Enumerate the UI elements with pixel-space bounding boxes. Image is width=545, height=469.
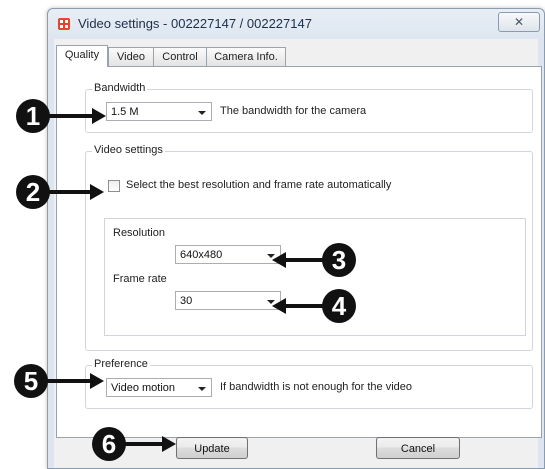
- bandwidth-value: 1.5 M: [111, 106, 139, 118]
- title-bar: Video settings - 002227147 / 002227147 ✕: [48, 9, 544, 39]
- resolution-framerate-box: Resolution 640x480 Frame rate 30: [104, 218, 526, 336]
- video-settings-group-label: Video settings: [92, 144, 165, 156]
- auto-select-checkbox[interactable]: [108, 180, 120, 192]
- cancel-button[interactable]: Cancel: [376, 437, 460, 459]
- callout-arrow-1-icon: [48, 108, 106, 124]
- update-button[interactable]: Update: [176, 437, 248, 459]
- tab-control[interactable]: Control: [153, 47, 207, 66]
- callout-arrow-2-icon: [48, 184, 104, 200]
- resolution-dropdown[interactable]: 640x480: [175, 245, 281, 264]
- callout-2: 2: [16, 175, 50, 209]
- close-button[interactable]: ✕: [498, 12, 540, 32]
- frame-rate-dropdown[interactable]: 30: [175, 291, 281, 310]
- callout-arrow-5-icon: [46, 373, 104, 389]
- callout-arrow-6-icon: [124, 436, 176, 452]
- chevron-down-icon: [198, 111, 206, 115]
- bandwidth-group: Bandwidth 1.5 M The bandwidth for the ca…: [85, 82, 533, 133]
- tab-quality[interactable]: Quality: [56, 45, 108, 67]
- bandwidth-dropdown[interactable]: 1.5 M: [106, 102, 212, 121]
- callout-1: 1: [16, 99, 50, 133]
- app-icon: [58, 18, 70, 30]
- callout-4: 4: [322, 289, 356, 323]
- resolution-value: 640x480: [180, 249, 223, 261]
- callout-arrow-4-icon: [272, 298, 326, 314]
- auto-select-label: Select the best resolution and frame rat…: [126, 179, 392, 191]
- callout-arrow-3-icon: [272, 252, 326, 268]
- preference-description: If bandwidth is not enough for the video: [220, 381, 413, 393]
- frame-rate-value: 30: [180, 295, 193, 307]
- preference-group: Preference Video motion If bandwidth is …: [85, 358, 533, 409]
- tab-video[interactable]: Video: [108, 47, 154, 66]
- chevron-down-icon: [198, 387, 206, 391]
- window-title: Video settings - 002227147 / 002227147: [78, 16, 312, 31]
- video-settings-dialog: Video settings - 002227147 / 002227147 ✕…: [47, 8, 545, 469]
- callout-5: 5: [14, 364, 48, 398]
- bandwidth-description: The bandwidth for the camera: [220, 105, 367, 117]
- frame-rate-label: Frame rate: [113, 273, 167, 285]
- preference-group-label: Preference: [92, 358, 150, 370]
- close-icon: ✕: [513, 15, 525, 29]
- callout-3: 3: [322, 243, 356, 277]
- resolution-label: Resolution: [113, 227, 165, 239]
- tab-camera-info[interactable]: Camera Info.: [206, 47, 286, 66]
- bandwidth-group-label: Bandwidth: [92, 82, 148, 94]
- preference-value: Video motion: [111, 382, 176, 394]
- callout-6: 6: [92, 427, 126, 461]
- preference-dropdown[interactable]: Video motion: [106, 378, 212, 397]
